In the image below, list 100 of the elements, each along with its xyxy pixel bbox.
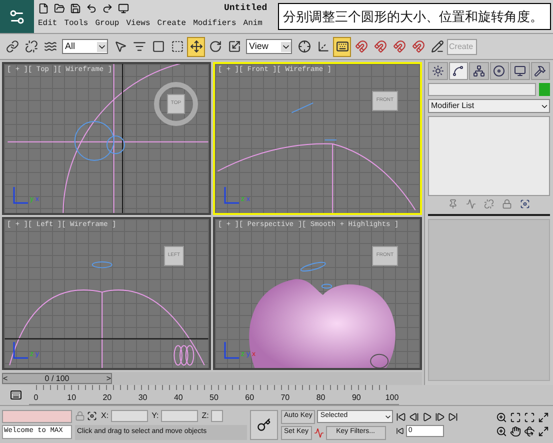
previous-frame-icon[interactable] <box>409 412 420 422</box>
menu-item[interactable]: Create <box>157 18 186 30</box>
rotate-icon <box>208 40 222 53</box>
menu-item[interactable]: Group <box>95 18 120 30</box>
lock-icon[interactable] <box>502 199 512 209</box>
coordinate-label: Z: <box>202 410 209 422</box>
dropdown[interactable]: All <box>62 39 108 54</box>
save-icon[interactable] <box>70 3 81 14</box>
menu-item[interactable]: Tools <box>64 18 88 30</box>
key-icon <box>257 418 271 432</box>
menu-item[interactable]: Anim <box>243 18 262 30</box>
ruler-label: 80 <box>316 392 326 404</box>
ruler-label: 10 <box>67 392 76 404</box>
panel-tab[interactable] <box>428 62 448 80</box>
ruler-label: 50 <box>210 392 218 404</box>
panel-tab[interactable] <box>469 62 488 80</box>
cursor-icon <box>114 40 126 53</box>
annotation-callout: 分别调整三个圆形的大小、位置和旋转角度。 <box>278 3 551 30</box>
hierarchy-icon <box>472 65 485 77</box>
menu-item[interactable]: Modifiers <box>193 18 236 30</box>
magnet-icon <box>374 40 386 53</box>
pan-icon[interactable] <box>510 426 521 437</box>
tangent-curve-icon[interactable] <box>314 428 324 438</box>
axis-icon <box>316 40 330 53</box>
zoom-extents-icon[interactable] <box>524 412 535 423</box>
menu-item[interactable]: Edit <box>38 18 58 30</box>
panel-tab[interactable] <box>448 62 468 80</box>
monitor-icon <box>514 65 526 77</box>
object-name-field[interactable] <box>428 83 536 96</box>
disc-icon <box>493 65 506 77</box>
modifier-list-dropdown[interactable]: Modifier List <box>428 99 550 113</box>
magnet-icon <box>392 40 406 53</box>
time-slider[interactable]: < 0 / 100 > <box>2 372 422 385</box>
open-folder-icon[interactable] <box>54 3 65 14</box>
ellipse-shape <box>300 262 326 272</box>
pencil-icon <box>430 40 444 53</box>
maximize-viewport-icon[interactable] <box>538 426 549 437</box>
coordinate-label: Y: <box>152 410 159 422</box>
redo-icon[interactable] <box>102 3 113 14</box>
axis-line <box>332 143 334 213</box>
crosshair-icon <box>298 40 310 53</box>
named-selection-field[interactable]: Create <box>447 38 477 54</box>
slider-thumb[interactable]: < 0 / 100 > <box>2 373 112 384</box>
ruler-label: 70 <box>280 392 290 404</box>
caret-icon <box>97 42 107 52</box>
undo-icon[interactable] <box>86 3 97 14</box>
pin-icon[interactable] <box>448 199 458 209</box>
coordinate-field[interactable] <box>110 410 148 422</box>
ruler-label: 90 <box>352 392 361 404</box>
ruler-label: 100 <box>385 392 399 404</box>
axis-tripod-icon <box>12 187 28 205</box>
new-file-icon[interactable] <box>38 3 49 14</box>
script-listener-field[interactable] <box>2 410 72 423</box>
zoom-icon[interactable] <box>496 412 507 423</box>
zoom-region-icon[interactable] <box>496 426 507 437</box>
hole-ring <box>370 354 389 368</box>
orbit-icon[interactable] <box>524 426 535 437</box>
next-frame-icon[interactable] <box>435 412 446 422</box>
play-icon[interactable] <box>422 412 432 422</box>
circle-edge-line <box>324 139 337 140</box>
scale-icon <box>228 40 240 53</box>
ruler-label: 20 <box>102 392 112 404</box>
panel-tab[interactable] <box>510 62 530 80</box>
link-icon <box>6 40 18 53</box>
zoom-extents-all-icon[interactable] <box>538 412 549 423</box>
zoom-all-icon[interactable] <box>510 412 521 423</box>
app-logo-icon[interactable] <box>0 0 34 33</box>
ellipse-shape <box>92 261 112 268</box>
set-key-button[interactable] <box>250 410 278 440</box>
ruler-label: 40 <box>174 392 183 404</box>
waves-icon <box>44 40 56 53</box>
circle-edge-line <box>291 102 314 114</box>
axis-tripod-icon <box>223 342 239 360</box>
go-to-end-icon[interactable] <box>448 412 458 422</box>
dashed-square-icon <box>170 40 184 53</box>
window-title: Untitled <box>224 2 268 15</box>
dropdown[interactable]: View <box>246 39 292 54</box>
ruler-label: 60 <box>245 392 254 404</box>
rectangle-icon <box>152 40 164 53</box>
caret-icon <box>281 42 291 52</box>
object-color-swatch[interactable] <box>539 83 550 96</box>
toolbar-button[interactable] <box>187 36 205 56</box>
panel-tab[interactable] <box>490 62 509 80</box>
panel-tab[interactable] <box>530 62 550 80</box>
coordinate-label: X: <box>101 410 109 422</box>
coil-drawing <box>174 345 194 366</box>
coordinate-field[interactable] <box>160 410 198 422</box>
unlink-icon <box>24 40 38 53</box>
toolbar-button[interactable] <box>333 36 351 56</box>
coordinate-field[interactable] <box>210 410 223 422</box>
menu-item[interactable]: Views <box>126 18 150 30</box>
axis-tripod-icon <box>223 187 239 205</box>
go-to-start-icon[interactable] <box>396 412 406 422</box>
ruler-label: 0 <box>34 392 38 404</box>
magnet-icon <box>354 40 368 53</box>
curve-icon <box>452 65 464 77</box>
ellipse-shape <box>321 284 332 289</box>
magnet-icon <box>412 40 424 53</box>
move-icon <box>190 40 202 53</box>
ruler-label: 30 <box>138 392 148 404</box>
